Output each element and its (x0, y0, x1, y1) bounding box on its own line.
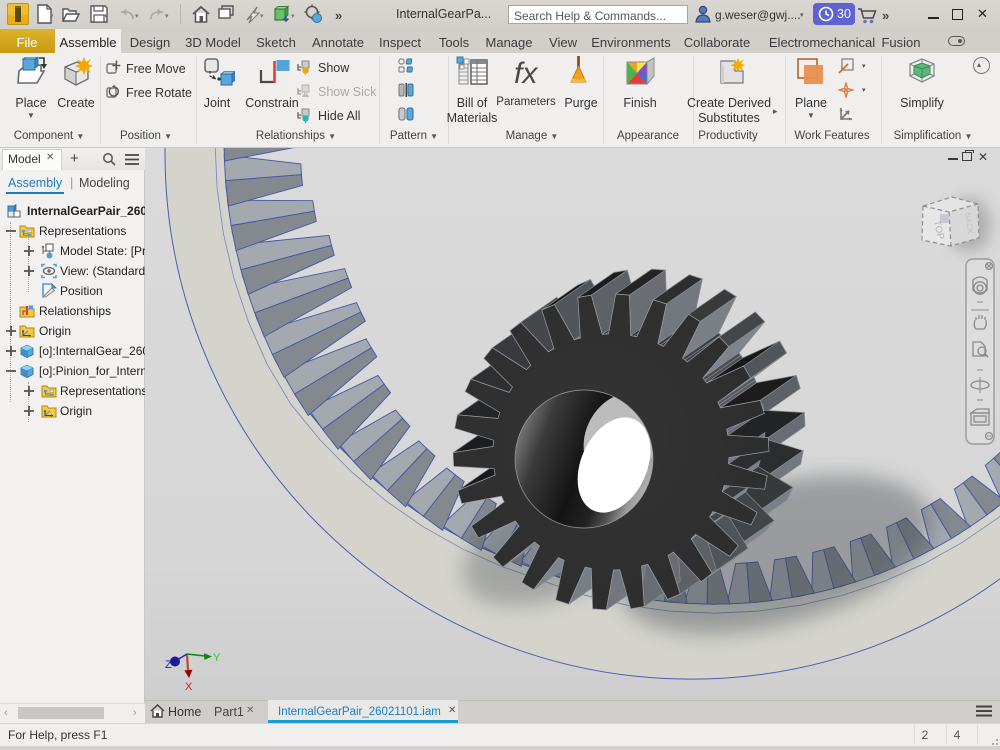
svg-text:X: X (185, 681, 193, 692)
svg-text:fx: fx (514, 57, 538, 87)
svg-text:Y: Y (213, 652, 220, 664)
svg-text:!: ! (305, 92, 306, 98)
svg-text:Z: Z (165, 659, 172, 671)
